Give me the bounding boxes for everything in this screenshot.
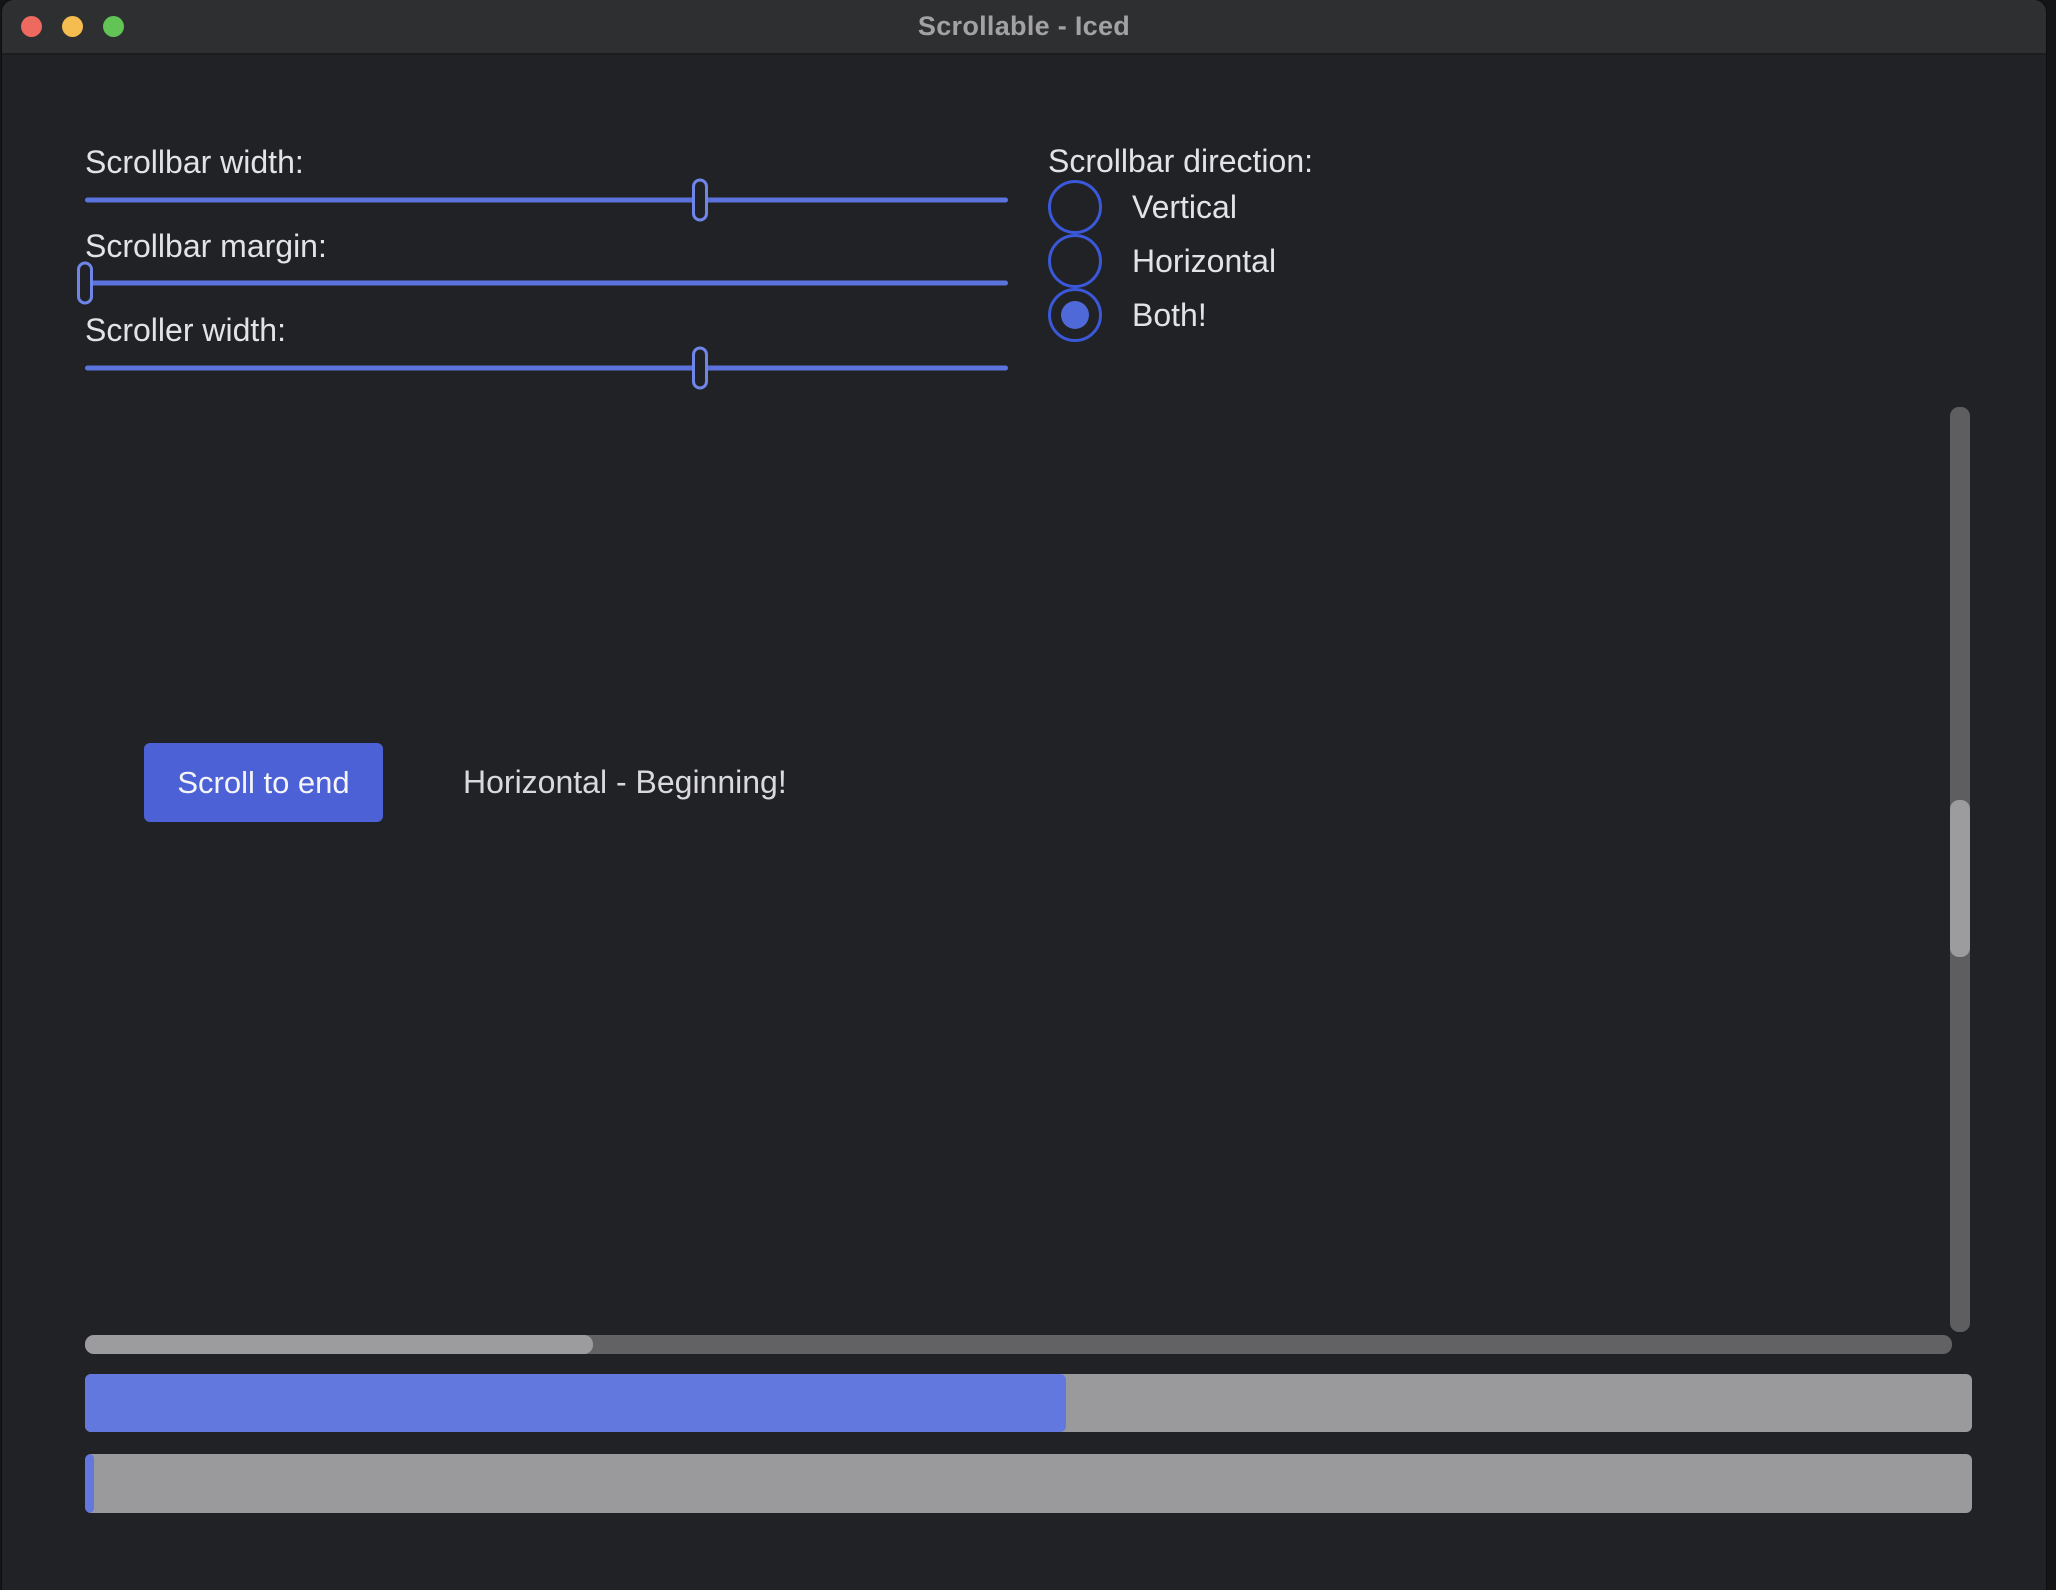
- horizontal-scrollbar-track[interactable]: [85, 1335, 1952, 1354]
- vertical-scrollbar-track[interactable]: [1950, 407, 1970, 1332]
- horizontal-scrollbar-thumb[interactable]: [85, 1335, 593, 1354]
- scrollbar-direction-label: Scrollbar direction:: [1048, 142, 1313, 180]
- radio-option-vertical[interactable]: Vertical: [1048, 180, 1313, 234]
- slider-handle[interactable]: [692, 178, 708, 221]
- traffic-lights: [21, 0, 124, 53]
- app-window: Scrollable - Iced Scrollbar width: Scrol…: [2, 0, 2046, 1590]
- radio-option-horizontal[interactable]: Horizontal: [1048, 234, 1313, 288]
- radio-dot: [1061, 301, 1089, 329]
- zoom-button[interactable]: [103, 16, 124, 37]
- radio-option-label[interactable]: Vertical: [1132, 189, 1237, 226]
- radio-icon[interactable]: [1048, 180, 1102, 234]
- slider-handle[interactable]: [77, 261, 93, 304]
- radio-option-label[interactable]: Horizontal: [1132, 243, 1276, 280]
- slider-track[interactable]: [85, 280, 1008, 285]
- titlebar: Scrollable - Iced: [2, 0, 2046, 55]
- horizontal-progress-bar: [85, 1374, 1972, 1432]
- slider-handle[interactable]: [692, 346, 708, 389]
- window-title: Scrollable - Iced: [918, 11, 1130, 42]
- vertical-scrollbar-thumb[interactable]: [1950, 800, 1970, 957]
- scroller-width-slider[interactable]: [85, 346, 1008, 389]
- scrollbar-margin-label: Scrollbar margin:: [85, 226, 327, 266]
- scroll-to-end-button[interactable]: Scroll to end: [144, 743, 383, 822]
- progress-fill: [85, 1454, 94, 1513]
- slider-track[interactable]: [85, 197, 1008, 202]
- content-area: Scrollbar width: Scrollbar margin: Scrol…: [2, 55, 2046, 1590]
- close-button[interactable]: [21, 16, 42, 37]
- scrollbar-width-slider[interactable]: [85, 178, 1008, 221]
- scrollbar-direction-group: Scrollbar direction: Vertical Horizontal…: [1048, 142, 1313, 342]
- radio-icon[interactable]: [1048, 234, 1102, 288]
- scrollbar-width-label: Scrollbar width:: [85, 142, 304, 182]
- scroll-status-text: Horizontal - Beginning!: [463, 743, 787, 822]
- minimize-button[interactable]: [62, 16, 83, 37]
- radio-option-both[interactable]: Both!: [1048, 288, 1313, 342]
- radio-option-label[interactable]: Both!: [1132, 297, 1207, 334]
- vertical-progress-bar: [85, 1454, 1972, 1513]
- slider-track[interactable]: [85, 365, 1008, 370]
- scroller-width-label: Scroller width:: [85, 310, 286, 350]
- scrollbar-margin-slider[interactable]: [85, 261, 1008, 304]
- progress-fill: [85, 1374, 1066, 1432]
- radio-icon-selected[interactable]: [1048, 288, 1102, 342]
